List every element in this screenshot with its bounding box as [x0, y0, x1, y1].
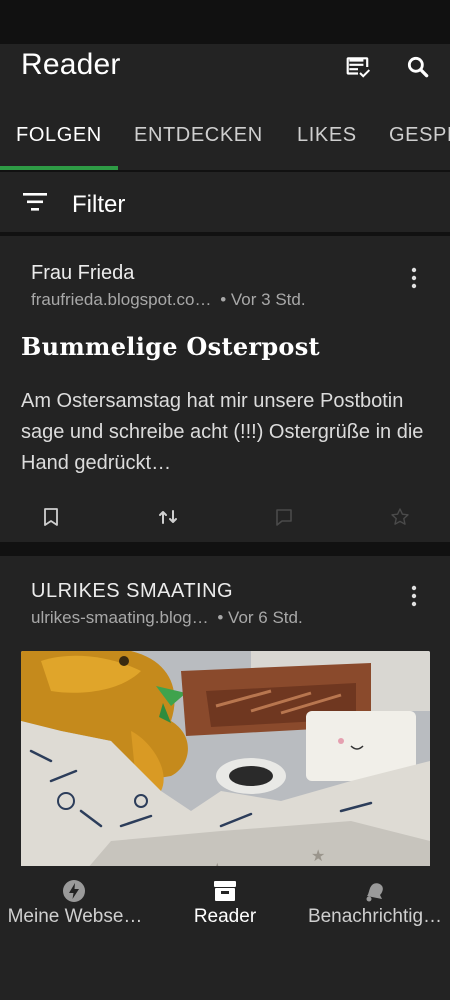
star-icon[interactable]: [389, 506, 411, 528]
card-actions: [0, 502, 450, 532]
site-name[interactable]: ULRIKES SMAATING: [31, 580, 233, 603]
notifications-icon: [366, 883, 383, 902]
site-url[interactable]: fraufrieda.blogspot.co…: [31, 290, 212, 309]
post-card[interactable]: ULRIKES SMAATING ulrikes-smaating.blog… …: [0, 556, 450, 866]
filter-bar[interactable]: Filter: [0, 172, 450, 232]
nav-my-site[interactable]: Meine Webse…: [0, 866, 150, 946]
bottom-navigation: Meine Webse… Reader Benachrichtig…: [0, 866, 450, 1000]
post-card[interactable]: Frau Frieda fraufrieda.blogspot.co… • Vo…: [0, 236, 450, 542]
post-excerpt[interactable]: Am Ostersamstag hat mir unsere Postbotin…: [21, 386, 431, 479]
filter-label: Filter: [72, 191, 126, 218]
app-bar: Reader: [0, 44, 450, 104]
site-meta: ulrikes-smaating.blog… • Vor 6 Std.: [31, 608, 303, 628]
post-time: • Vor 3 Std.: [220, 290, 306, 309]
app-title: Reader: [21, 48, 121, 81]
tab-entdecken[interactable]: ENTDECKEN: [134, 124, 263, 147]
tab-folgen[interactable]: FOLGEN: [16, 124, 102, 147]
comment-icon[interactable]: [273, 506, 295, 528]
reader-icon: [214, 881, 236, 901]
post-time: • Vor 6 Std.: [217, 608, 303, 627]
svg-text:★: ★: [311, 846, 325, 865]
status-bar: [0, 0, 450, 44]
reblog-icon[interactable]: [157, 506, 179, 528]
manage-subscriptions-icon[interactable]: [343, 52, 373, 82]
reader-tabs: FOLGEN ENTDECKEN LIKES GESPEICHERT: [0, 104, 450, 170]
nav-label-my-site: Meine Webse…: [7, 906, 143, 927]
bookmark-icon[interactable]: [40, 506, 62, 528]
tab-gespeichert[interactable]: GESPEICHERT: [389, 124, 450, 147]
nav-notifications[interactable]: Benachrichtig…: [300, 866, 450, 946]
more-vertical-icon[interactable]: [406, 584, 422, 608]
site-url[interactable]: ulrikes-smaating.blog…: [31, 608, 209, 627]
site-name[interactable]: Frau Frieda: [31, 262, 134, 285]
nav-reader[interactable]: Reader: [150, 866, 300, 946]
my-site-icon: [63, 880, 85, 902]
tab-likes[interactable]: LIKES: [297, 124, 357, 147]
site-meta: fraufrieda.blogspot.co… • Vor 3 Std.: [31, 290, 306, 310]
nav-label-reader: Reader: [193, 906, 257, 927]
post-title[interactable]: Bummelige Osterpost: [21, 332, 320, 361]
filter-icon: [23, 193, 47, 211]
more-vertical-icon[interactable]: [406, 266, 422, 290]
nav-label-notifications: Benachrichtig…: [307, 906, 443, 927]
active-tab-indicator: [0, 166, 118, 170]
post-image-illustration: ★ ★: [21, 651, 430, 866]
post-featured-image[interactable]: ★ ★: [21, 651, 430, 866]
search-icon[interactable]: [403, 52, 433, 82]
